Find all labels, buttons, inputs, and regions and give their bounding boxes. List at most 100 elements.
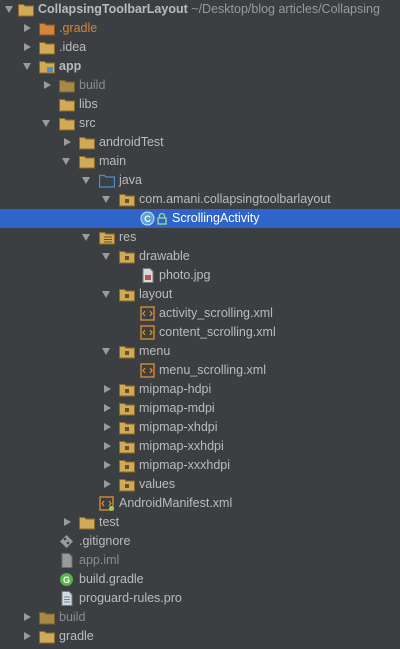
- tree-row-photo[interactable]: photo.jpg: [0, 266, 400, 285]
- tree-row-values[interactable]: values: [0, 475, 400, 494]
- tree-row-androidtest[interactable]: androidTest: [0, 133, 400, 152]
- collapse-arrow-icon[interactable]: [24, 613, 31, 621]
- collapse-arrow-icon[interactable]: [104, 461, 111, 469]
- tree-label: proguard-rules.pro: [79, 591, 182, 605]
- tree-row-package[interactable]: com.amani.collapsingtoolbarlayout: [0, 190, 400, 209]
- tree-row-project-root[interactable]: CollapsingToolbarLayout ~/Desktop/blog a…: [0, 0, 400, 19]
- tree-row-build-gradle[interactable]: G build.gradle: [0, 570, 400, 589]
- collapse-arrow-icon[interactable]: [24, 43, 31, 51]
- folder-icon: [79, 156, 95, 169]
- tree-label: gradle: [59, 629, 94, 643]
- tree-row-mipmap-xxxhdpi[interactable]: mipmap-xxxhdpi: [0, 456, 400, 475]
- expand-arrow-icon[interactable]: [5, 6, 13, 13]
- package-folder-icon: [119, 346, 135, 359]
- expand-arrow-icon[interactable]: [102, 196, 110, 203]
- expand-arrow-icon[interactable]: [42, 120, 50, 127]
- package-folder-icon: [119, 441, 135, 454]
- tree-row-mipmap-xhdpi[interactable]: mipmap-xhdpi: [0, 418, 400, 437]
- collapse-arrow-icon[interactable]: [24, 24, 31, 32]
- folder-icon: [79, 137, 95, 150]
- tree-row-drawable[interactable]: drawable: [0, 247, 400, 266]
- tree-row-proguard[interactable]: proguard-rules.pro: [0, 589, 400, 608]
- project-tree: CollapsingToolbarLayout ~/Desktop/blog a…: [0, 0, 400, 649]
- folder-icon: [39, 42, 55, 55]
- tree-row-app[interactable]: app: [0, 57, 400, 76]
- tree-label: libs: [79, 97, 98, 111]
- tree-label: menu_scrolling.xml: [159, 363, 266, 377]
- tree-label: app.iml: [79, 553, 120, 567]
- folder-icon: [39, 612, 55, 625]
- iml-file-icon: [61, 553, 73, 568]
- tree-label: .idea: [59, 40, 87, 54]
- tree-row-scrolling-activity[interactable]: C ScrollingActivity: [0, 209, 400, 228]
- tree-row-libs[interactable]: libs: [0, 95, 400, 114]
- excluded-folder-icon: [39, 23, 55, 36]
- package-folder-icon: [119, 194, 135, 207]
- tree-label: java: [119, 173, 142, 187]
- expand-arrow-icon[interactable]: [102, 253, 110, 260]
- package-folder-icon: [119, 289, 135, 302]
- tree-row-idea[interactable]: .idea: [0, 38, 400, 57]
- tree-row-java[interactable]: java: [0, 171, 400, 190]
- tree-label: mipmap-mdpi: [139, 401, 215, 415]
- xml-file-icon: [140, 363, 155, 378]
- tree-row-app-iml[interactable]: app.iml: [0, 551, 400, 570]
- folder-icon: [59, 99, 75, 112]
- tree-label: build.gradle: [79, 572, 144, 586]
- tree-label: app: [59, 59, 82, 73]
- tree-row-src[interactable]: src: [0, 114, 400, 133]
- tree-row-gradle-hidden[interactable]: .gradle: [0, 19, 400, 38]
- collapse-arrow-icon[interactable]: [104, 480, 111, 488]
- package-folder-icon: [119, 422, 135, 435]
- tree-row-app-build[interactable]: build: [0, 76, 400, 95]
- collapse-arrow-icon[interactable]: [24, 632, 31, 640]
- expand-arrow-icon[interactable]: [62, 158, 70, 165]
- tree-row-menu[interactable]: menu: [0, 342, 400, 361]
- collapse-arrow-icon[interactable]: [64, 518, 71, 526]
- collapse-arrow-icon[interactable]: [44, 81, 51, 89]
- collapse-arrow-icon[interactable]: [104, 423, 111, 431]
- expand-arrow-icon[interactable]: [82, 177, 90, 184]
- tree-row-content-scrolling[interactable]: content_scrolling.xml: [0, 323, 400, 342]
- collapse-arrow-icon[interactable]: [104, 442, 111, 450]
- tree-label: activity_scrolling.xml: [159, 306, 273, 320]
- collapse-arrow-icon[interactable]: [104, 404, 111, 412]
- expand-arrow-icon[interactable]: [102, 348, 110, 355]
- gradle-icon: G: [60, 573, 73, 586]
- tree-label: .gradle: [59, 21, 98, 35]
- tree-row-android-manifest[interactable]: AndroidManifest.xml: [0, 494, 400, 513]
- collapse-arrow-icon[interactable]: [64, 138, 71, 146]
- tree-label: build: [59, 610, 86, 624]
- tree-label: photo.jpg: [159, 268, 211, 282]
- expand-arrow-icon[interactable]: [102, 291, 110, 298]
- xml-file-icon: [140, 325, 155, 340]
- tree-row-main[interactable]: main: [0, 152, 400, 171]
- tree-row-layout[interactable]: layout: [0, 285, 400, 304]
- svg-text:C: C: [144, 214, 151, 224]
- tree-row-mipmap-mdpi[interactable]: mipmap-mdpi: [0, 399, 400, 418]
- tree-row-root-build[interactable]: build: [0, 608, 400, 627]
- tree-row-gitignore[interactable]: .gitignore: [0, 532, 400, 551]
- expand-arrow-icon[interactable]: [82, 234, 90, 241]
- tree-row-mipmap-hdpi[interactable]: mipmap-hdpi: [0, 380, 400, 399]
- tree-row-activity-scrolling[interactable]: activity_scrolling.xml: [0, 304, 400, 323]
- project-path: ~/Desktop/blog articles/Collapsing: [191, 2, 380, 16]
- tree-row-res[interactable]: res: [0, 228, 400, 247]
- tree-label: test: [99, 515, 120, 529]
- tree-label: androidTest: [99, 135, 164, 149]
- collapse-arrow-icon[interactable]: [104, 385, 111, 393]
- tree-label: mipmap-xhdpi: [139, 420, 218, 434]
- package-folder-icon: [119, 384, 135, 397]
- package-folder-icon: [119, 251, 135, 264]
- expand-arrow-icon[interactable]: [23, 63, 31, 70]
- tree-row-menu-scrolling[interactable]: menu_scrolling.xml: [0, 361, 400, 380]
- package-folder-icon: [119, 479, 135, 492]
- tree-row-mipmap-xxhdpi[interactable]: mipmap-xxhdpi: [0, 437, 400, 456]
- project-name: CollapsingToolbarLayout: [38, 2, 188, 16]
- tree-label: src: [79, 116, 96, 130]
- xml-file-icon: [140, 306, 155, 321]
- tree-label: drawable: [139, 249, 190, 263]
- folder-icon: [59, 80, 75, 93]
- tree-row-root-gradle[interactable]: gradle: [0, 627, 400, 646]
- tree-row-test[interactable]: test: [0, 513, 400, 532]
